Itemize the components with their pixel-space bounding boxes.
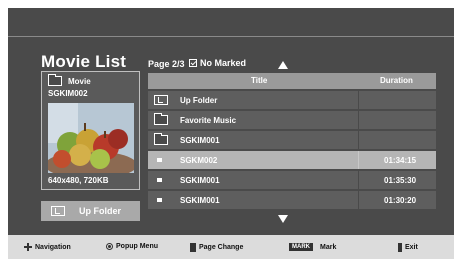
marked-status: No Marked (189, 58, 246, 68)
list-item-title: SGKIM001 (180, 136, 220, 145)
column-divider (358, 191, 359, 209)
folder-icon (154, 133, 168, 145)
thumbnail-image (48, 103, 134, 173)
list-item-duration: 01:34:15 (384, 156, 417, 165)
up-folder-button[interactable]: Up Folder (41, 201, 140, 221)
list-item-duration: 01:35:30 (384, 176, 417, 185)
navigation-icon (24, 243, 32, 251)
key-guide-bar: Navigation Popup Menu Page Change MARK M… (8, 235, 454, 259)
page-change-hint: Page Change (190, 243, 243, 252)
up-folder-icon (154, 95, 168, 105)
list-item[interactable]: SGKIM001 01:35:30 (148, 171, 436, 189)
column-divider (358, 151, 359, 169)
up-folder-icon (51, 206, 65, 216)
movie-file-icon (157, 158, 162, 162)
list-item[interactable]: Favorite Music (148, 111, 436, 129)
page-indicator: Page 2/3 (148, 59, 185, 69)
list-item[interactable]: Up Folder (148, 91, 436, 109)
preview-file-info: 640x480, 720KB (48, 176, 109, 185)
list-item-title: SGKIM001 (180, 176, 220, 185)
mark-hint-label: Mark (320, 243, 337, 251)
exit-hint-label: Exit (405, 244, 418, 251)
folder-icon (48, 74, 62, 86)
page-title: Movie List (41, 52, 127, 71)
page-change-hint-label: Page Change (199, 244, 244, 251)
folder-icon (154, 113, 168, 125)
popup-menu-hint: Popup Menu (106, 243, 158, 250)
scroll-down-arrow-icon[interactable] (278, 215, 288, 223)
list-item-duration: 01:30:20 (384, 196, 417, 205)
marked-status-label: No Marked (200, 58, 247, 68)
preview-folder-name: Movie (68, 77, 91, 86)
popup-menu-hint-label: Popup Menu (116, 243, 158, 250)
column-divider (358, 111, 359, 129)
list-item[interactable]: SGKIM001 01:30:20 (148, 191, 436, 209)
mark-key-icon: MARK (289, 243, 313, 251)
column-divider (358, 131, 359, 149)
movie-file-icon (157, 198, 162, 202)
checkbox-icon (189, 59, 197, 67)
ok-button-icon (106, 243, 113, 250)
up-folder-button-label: Up Folder (79, 206, 121, 216)
movie-file-icon (157, 178, 162, 182)
list-item-title: Favorite Music (180, 116, 237, 125)
list-item-title: Up Folder (180, 96, 218, 105)
column-header-duration: Duration (380, 76, 413, 85)
page-change-icon (190, 243, 196, 252)
list-item-selected[interactable]: SGKM002 01:34:15 (148, 151, 436, 169)
preview-panel: Movie SGKIM002 640x480, 720KB (41, 71, 140, 190)
mark-hint: MARK Mark (289, 243, 336, 251)
nav-hint: Navigation (24, 243, 71, 251)
preview-thumbnail (48, 103, 134, 173)
top-divider (8, 36, 454, 37)
list-item-title: SGKM002 (180, 156, 218, 165)
file-list: Title Duration Up Folder Favorite Music … (148, 73, 436, 209)
column-divider (358, 91, 359, 109)
list-item-title: SGKIM001 (180, 196, 220, 205)
exit-key-icon (398, 243, 402, 252)
list-item[interactable]: SGKIM001 (148, 131, 436, 149)
column-header-title: Title (251, 76, 268, 85)
list-header: Title Duration (148, 73, 436, 89)
exit-hint: Exit (398, 243, 418, 252)
media-browser-screen: Movie List Page 2/3 No Marked Movie SGKI… (8, 8, 454, 259)
scroll-up-arrow-icon[interactable] (278, 61, 288, 69)
preview-subfolder-name: SGKIM002 (48, 89, 88, 98)
column-divider (358, 171, 359, 189)
nav-hint-label: Navigation (35, 243, 71, 251)
